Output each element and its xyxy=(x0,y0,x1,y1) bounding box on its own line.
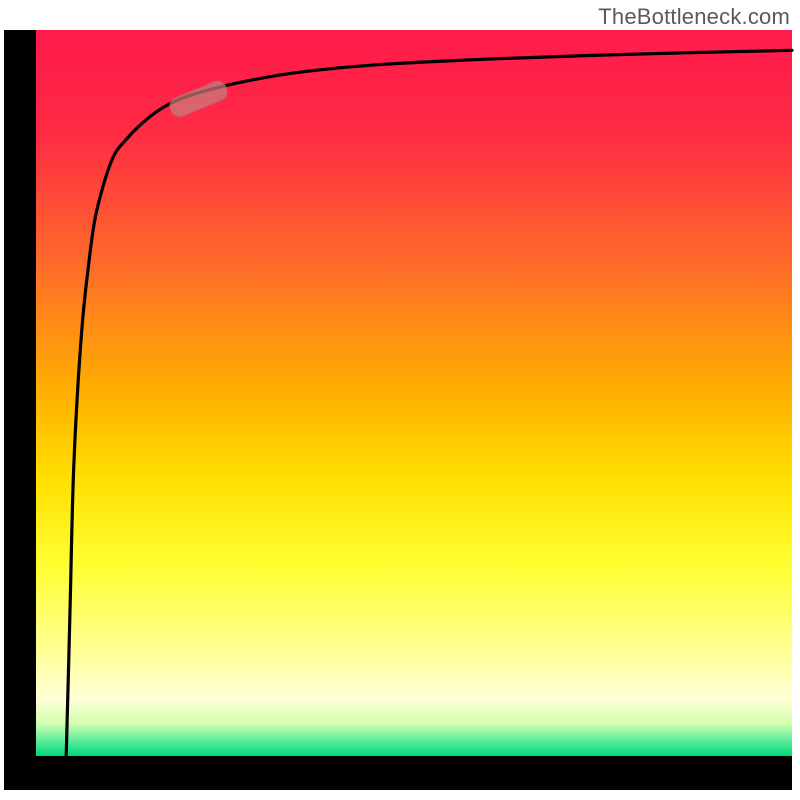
y-axis xyxy=(4,30,36,763)
chart-canvas xyxy=(0,0,800,800)
plot-background xyxy=(36,30,792,756)
x-axis xyxy=(4,756,792,790)
attribution-text: TheBottleneck.com xyxy=(598,4,790,30)
